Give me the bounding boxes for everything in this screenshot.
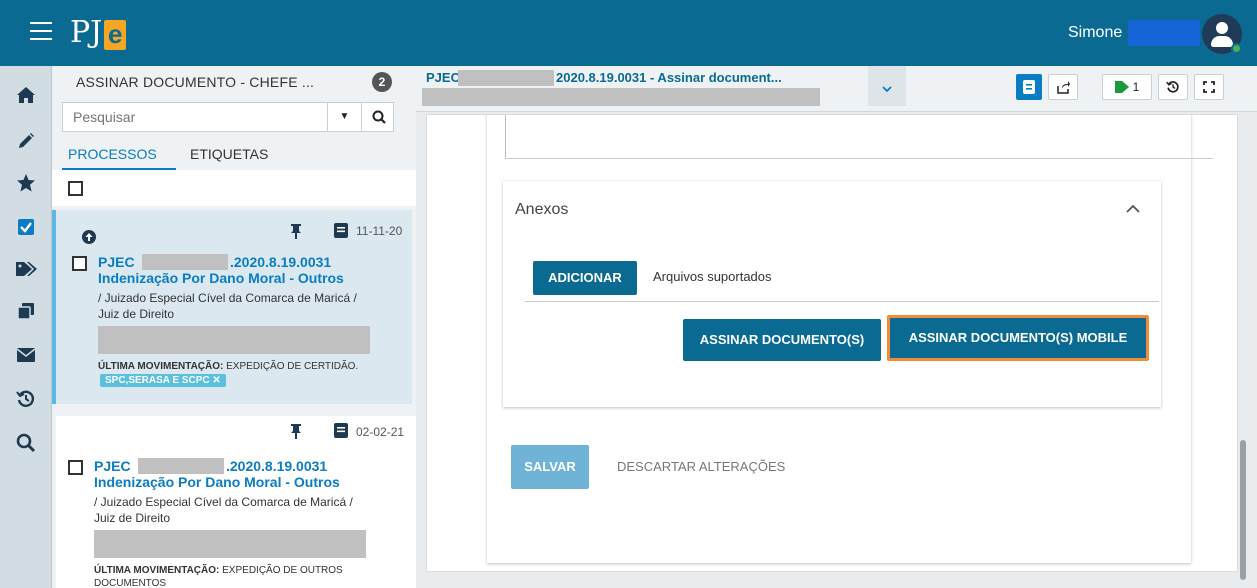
expand-header-button[interactable] [868,66,906,106]
arrow-up-circle-icon[interactable] [82,230,96,244]
redacted-parties [94,530,366,558]
item-date: 11-11-20 [356,224,403,238]
document-header: PJEC 2020.8.19.0031 - Assinar document..… [416,66,1257,112]
task-title: ASSINAR DOCUMENTO - CHEFE ... [76,74,315,90]
search-button[interactable] [361,103,395,131]
pin-icon[interactable] [290,424,302,440]
star-icon[interactable] [13,170,39,196]
tags-icon[interactable] [13,256,39,282]
search-icon[interactable] [13,430,39,456]
tags-count: 1 [1132,80,1140,94]
search-icon [372,110,386,124]
process-org-line2: Juiz de Direito [98,307,175,321]
redacted-parties [98,326,370,354]
online-status-dot [1231,43,1242,54]
logo-accent: e [104,20,127,50]
last-movement: ÚLTIMA MOVIMENTAÇÃO: EXPEDIÇÃO DE OUTROS… [94,564,343,588]
process-tag[interactable]: SPC,SERASA E SCPC ✕ [100,374,226,387]
top-bar: PJ e Simone [0,0,1257,66]
discard-changes-button[interactable]: DESCARTAR ALTERAÇÕES [617,459,785,474]
search-dropdown-button[interactable]: ▼ [327,103,361,131]
task-list-button[interactable] [1016,74,1042,100]
menu-icon[interactable] [30,22,52,40]
share-icon [1057,81,1070,94]
expand-icon [1203,81,1215,93]
select-all-row [52,170,416,206]
last-movement-text-cont: DOCUMENTOS [94,578,167,588]
document-icon[interactable] [334,223,348,238]
logo-text: PJ [70,15,103,50]
list-item[interactable]: 02-02-21 PJEC .2020.8.19.0031 Indenizaçã… [56,416,416,588]
redacted-subtitle [422,88,820,106]
pencil-icon[interactable] [13,128,39,154]
document-text-area[interactable] [505,115,1213,159]
divider [525,301,1159,302]
process-prefix: PJEC [426,70,460,85]
scrollbar-thumb[interactable] [1240,440,1246,580]
tags-button[interactable]: 1 [1102,74,1152,100]
chevron-down-icon [882,86,892,93]
history-icon [1166,81,1179,93]
search-input[interactable] [63,103,323,131]
process-class[interactable]: Indenização Por Dano Moral - Outros [98,270,344,286]
document-icon[interactable] [334,423,348,438]
search-box: ▼ [62,102,394,132]
redacted-process-number [142,254,228,270]
task-count-badge: 2 [372,72,392,92]
document-icon [1023,80,1035,94]
envelope-icon[interactable] [13,342,39,368]
last-movement-label: ÚLTIMA MOVIMENTAÇÃO: [94,565,220,576]
pje-logo[interactable]: PJ e [70,12,127,50]
left-nav [0,66,52,588]
save-button[interactable]: SALVAR [511,445,589,489]
redacted-process-number [458,70,554,86]
avatar[interactable] [1202,14,1242,54]
item-checkbox[interactable] [68,460,83,475]
main-panel: PJEC 2020.8.19.0031 - Assinar document..… [416,66,1257,588]
share-button[interactable] [1048,74,1078,100]
sign-documents-button[interactable]: ASSINAR DOCUMENTO(S) [683,319,881,361]
pin-icon[interactable] [290,224,302,240]
attachments-panel: Anexos ADICIONAR Arquivos suportados ASS… [503,181,1161,407]
process-org-line1: / Juizado Especial Cível da Comarca de M… [98,291,357,305]
last-movement-text: EXPEDIÇÃO DE CERTIDÃO. [226,361,359,372]
history-icon[interactable] [13,386,39,412]
last-movement: ÚLTIMA MOVIMENTAÇÃO: EXPEDIÇÃO DE CERTID… [98,360,358,373]
sign-documents-mobile-button[interactable]: ASSINAR DOCUMENTO(S) MOBILE [887,315,1149,361]
process-class[interactable]: Indenização Por Dano Moral - Outros [94,474,340,490]
item-checkbox[interactable] [72,256,87,271]
signing-form: Anexos ADICIONAR Arquivos suportados ASS… [487,115,1213,563]
tag-icon [1114,81,1129,93]
copy-icon[interactable] [13,298,39,324]
add-attachment-button[interactable]: ADICIONAR [533,261,637,295]
select-all-checkbox[interactable] [68,181,83,196]
attachments-title: Anexos [515,201,569,218]
tab-etiquetas[interactable]: ETIQUETAS [190,146,268,162]
process-number-prefix[interactable]: PJEC [94,458,131,474]
redacted-process-number [138,458,224,474]
collapse-attachments-button[interactable] [1119,195,1147,223]
process-number-prefix[interactable]: PJEC [98,254,135,270]
home-icon[interactable] [13,82,39,108]
user-name[interactable]: Simone [1068,24,1122,42]
process-org-line1: / Juizado Especial Cível da Comarca de M… [94,495,353,509]
tab-processos[interactable]: PROCESSOS [68,146,157,162]
checkbox-icon[interactable] [13,214,39,240]
supported-files-label: Arquivos suportados [653,269,772,284]
list-item[interactable]: 11-11-20 PJEC .2020.8.19.0031 Indenizaçã… [52,210,412,404]
document-content: Anexos ADICIONAR Arquivos suportados ASS… [426,114,1238,572]
process-number-suffix[interactable]: .2020.8.19.0031 [226,458,327,474]
document-title: 2020.8.19.0031 - Assinar document... [556,70,782,85]
history-button[interactable] [1158,74,1188,100]
process-org-line2: Juiz de Direito [94,511,171,525]
last-movement-text: EXPEDIÇÃO DE OUTROS [222,565,343,576]
process-list-panel: ASSINAR DOCUMENTO - CHEFE ... 2 ▼ PROCES… [52,66,416,588]
last-movement-label: ÚLTIMA MOVIMENTAÇÃO: [98,361,224,372]
process-number-suffix[interactable]: .2020.8.19.0031 [230,254,331,270]
chevron-up-icon [1126,204,1140,213]
redacted-user-surname [1128,20,1200,46]
item-date: 02-02-21 [356,425,405,439]
fullscreen-button[interactable] [1194,74,1224,100]
